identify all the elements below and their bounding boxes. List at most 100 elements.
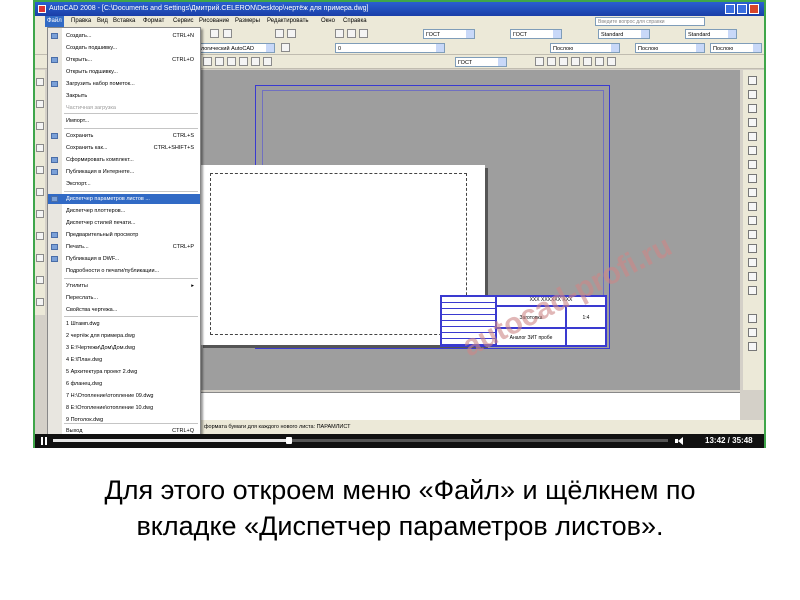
menu-tools[interactable]: Сервис: [173, 16, 194, 27]
circle-icon[interactable]: [36, 144, 44, 152]
polyline-icon[interactable]: [36, 100, 44, 108]
chamfer-icon[interactable]: [748, 258, 757, 267]
hatch-icon[interactable]: [36, 188, 44, 196]
fillet-icon[interactable]: [748, 272, 757, 281]
layer-manager-icon[interactable]: [281, 43, 290, 52]
gradient-icon[interactable]: [36, 276, 44, 284]
arc-length-icon[interactable]: [227, 57, 236, 66]
menu-item[interactable]: Частичная загрузка: [48, 103, 200, 113]
menu-item[interactable]: Свойства чертежа...: [48, 305, 200, 315]
menu-item[interactable]: Диспетчер стилей печати...: [48, 218, 200, 228]
offset-icon[interactable]: [748, 118, 757, 127]
menu-item[interactable]: Открыть подшивку...: [48, 67, 200, 77]
design-center-icon[interactable]: [347, 29, 356, 38]
rotate-icon[interactable]: [748, 160, 757, 169]
stretch-icon[interactable]: [748, 188, 757, 197]
command-line[interactable]: [200, 392, 740, 421]
menu-item[interactable]: 7 H:\Отопление\отопление 09.dwg: [48, 391, 200, 401]
undo-icon[interactable]: [210, 29, 219, 38]
layer-icon[interactable]: [748, 314, 757, 323]
linear-dim-icon[interactable]: [203, 57, 212, 66]
radius-dim-icon[interactable]: [239, 57, 248, 66]
menu-file[interactable]: Файл: [45, 16, 64, 27]
menu-item[interactable]: 2 чертёж для примера.dwg: [48, 331, 200, 341]
menu-help[interactable]: Справка: [343, 16, 367, 27]
zoom-realtime-icon[interactable]: [535, 57, 544, 66]
menu-item[interactable]: 4 E:\План.dwg: [48, 355, 200, 365]
explode-icon[interactable]: [748, 286, 757, 295]
menu-modify[interactable]: Редактировать: [267, 16, 308, 27]
erase-icon[interactable]: [748, 76, 757, 85]
table-style-select[interactable]: Standard: [598, 29, 650, 39]
menu-item[interactable]: Сохранить CTRL+S: [48, 131, 200, 141]
dim-style-select[interactable]: ГОСТ: [510, 29, 562, 39]
minimize-icon[interactable]: [725, 4, 735, 14]
rectangle-icon[interactable]: [36, 122, 44, 130]
move-icon[interactable]: [748, 146, 757, 155]
menu-item[interactable]: Создать... CTRL+N: [48, 31, 200, 41]
color-select[interactable]: Послою: [550, 43, 620, 53]
block-icon[interactable]: [36, 210, 44, 218]
zoom-window-icon[interactable]: [547, 57, 556, 66]
linetype-select[interactable]: Послою: [635, 43, 705, 53]
scale-icon[interactable]: [748, 174, 757, 183]
menu-item[interactable]: Создать подшивку...: [48, 43, 200, 53]
menu-item[interactable]: Диспетчер плоттеров...: [48, 206, 200, 216]
menu-item[interactable]: 8 E:\Отопление\отопление 10.dwg: [48, 403, 200, 413]
trim-icon[interactable]: [748, 202, 757, 211]
table-icon[interactable]: [36, 232, 44, 240]
distance-icon[interactable]: [748, 342, 757, 351]
menu-window[interactable]: Окно: [321, 16, 335, 27]
menu-item[interactable]: 9 Потолок.dwg: [48, 415, 200, 425]
line-icon[interactable]: [36, 78, 44, 86]
zoom-all-icon[interactable]: [583, 57, 592, 66]
help-search-input[interactable]: Введите вопрос для справки: [595, 17, 705, 26]
maximize-icon[interactable]: [737, 4, 747, 14]
pause-icon[interactable]: [40, 437, 48, 445]
menu-insert[interactable]: Вставка: [113, 16, 135, 27]
menu-item-page-setup-manager[interactable]: Диспетчер параметров листов ...: [48, 194, 200, 204]
menu-item[interactable]: 3 E:\Чертежи\Дом\Дом.dwg: [48, 343, 200, 353]
zoom-previous-icon[interactable]: [559, 57, 568, 66]
menu-draw[interactable]: Рисование: [199, 16, 229, 27]
menu-item[interactable]: Сохранить как... CTRL+SHIFT+S: [48, 143, 200, 153]
menu-item[interactable]: Утилиты ▸: [48, 281, 200, 291]
close-icon[interactable]: [749, 4, 759, 14]
menu-item[interactable]: Импорт...: [48, 116, 200, 126]
menu-item[interactable]: Печать... CTRL+P: [48, 242, 200, 252]
volume-icon[interactable]: [675, 437, 687, 445]
diameter-dim-icon[interactable]: [251, 57, 260, 66]
match-properties-icon[interactable]: [748, 328, 757, 337]
menu-item[interactable]: 1 Штамп.dwg: [48, 319, 200, 329]
menu-item[interactable]: 5 Архитектура проект 2.dwg: [48, 367, 200, 377]
mleader-style-select[interactable]: Standard: [685, 29, 737, 39]
redo-icon[interactable]: [223, 29, 232, 38]
menu-item[interactable]: Предварительный просмотр: [48, 230, 200, 240]
menu-item[interactable]: Экспорт...: [48, 179, 200, 189]
menu-item[interactable]: Сформировать комплект...: [48, 155, 200, 165]
menu-item[interactable]: Переслать...: [48, 293, 200, 303]
menu-item[interactable]: Загрузить набор пометок...: [48, 79, 200, 89]
menu-item[interactable]: Закрыть: [48, 91, 200, 101]
menu-item[interactable]: Публикация в DWF...: [48, 254, 200, 264]
menu-item[interactable]: Открыть... CTRL+O: [48, 55, 200, 65]
pan-icon[interactable]: [275, 29, 284, 38]
zoom-extents-icon[interactable]: [571, 57, 580, 66]
menu-edit[interactable]: Правка: [71, 16, 91, 27]
zoom-in-icon[interactable]: [595, 57, 604, 66]
layer-select[interactable]: 0: [335, 43, 445, 53]
region-icon[interactable]: [36, 254, 44, 262]
array-icon[interactable]: [748, 132, 757, 141]
angular-dim-icon[interactable]: [263, 57, 272, 66]
text-style-select[interactable]: ГОСТ: [423, 29, 475, 39]
zoom-icon[interactable]: [287, 29, 296, 38]
menu-item[interactable]: Подробности о печати/публикации...: [48, 266, 200, 276]
menu-format[interactable]: Формат: [143, 16, 164, 27]
aligned-dim-icon[interactable]: [215, 57, 224, 66]
menu-dimension[interactable]: Размеры: [235, 16, 260, 27]
tool-palettes-icon[interactable]: [359, 29, 368, 38]
dim-style-select-2[interactable]: ГОСТ: [455, 57, 507, 67]
join-icon[interactable]: [748, 244, 757, 253]
workspace-select[interactable]: ологический AutoCAD: [195, 43, 275, 53]
arc-icon[interactable]: [36, 166, 44, 174]
